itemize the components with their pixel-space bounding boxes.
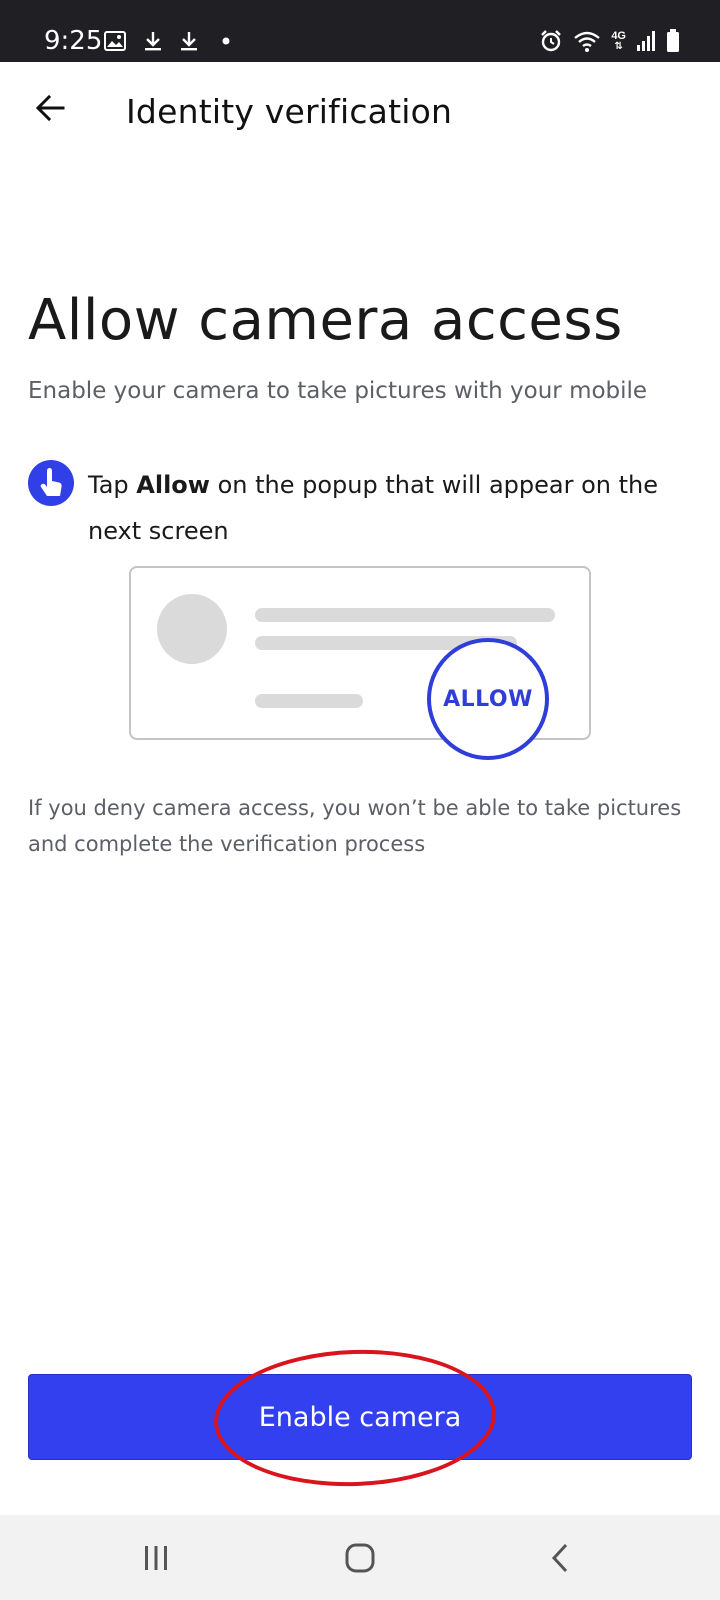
home-icon (345, 1543, 375, 1573)
status-right-icons: 4G ⇅ (539, 28, 680, 54)
home-button[interactable] (330, 1533, 390, 1583)
signal-icon (637, 31, 655, 51)
alarm-icon (541, 30, 562, 52)
page-title: Identity verification (126, 92, 453, 131)
tip-emphasis: Allow (136, 471, 210, 499)
tip-text: Tap Allow on the popup that will appear … (88, 462, 688, 554)
dot-icon (222, 37, 230, 45)
main-heading: Allow camera access (28, 288, 623, 353)
hand-tap-icon (28, 460, 74, 506)
recents-button[interactable] (126, 1533, 186, 1583)
status-left-icons (104, 29, 232, 53)
network-4g-icon: 4G ⇅ (611, 29, 626, 52)
nav-back-button[interactable] (530, 1533, 590, 1583)
arrow-left-icon (35, 95, 65, 121)
gallery-icon (104, 31, 126, 51)
recents-icon (145, 1546, 167, 1570)
back-icon (551, 1543, 568, 1573)
download-icon (145, 32, 161, 51)
illustration-avatar (157, 594, 227, 664)
illustration-allow-highlight: ALLOW (427, 638, 549, 760)
subheading: Enable your camera to take pictures with… (28, 378, 648, 404)
enable-camera-label: Enable camera (258, 1401, 462, 1433)
status-time: 9:25 (44, 26, 103, 56)
illustration-line (255, 694, 363, 708)
network-label: 4G (611, 29, 626, 42)
status-bar: 9:25 4G ⇅ (0, 0, 720, 62)
app-bar: Identity verification (0, 62, 720, 162)
tip-prefix: Tap (88, 471, 137, 499)
illustration-allow-label: ALLOW (443, 686, 533, 712)
battery-icon (667, 29, 679, 52)
back-button[interactable] (26, 84, 74, 132)
illustration-line (255, 608, 555, 622)
warning-text: If you deny camera access, you won’t be … (28, 796, 682, 856)
system-nav-bar (0, 1515, 720, 1600)
enable-camera-button[interactable]: Enable camera (28, 1374, 692, 1460)
wifi-icon (574, 31, 601, 52)
download-icon (181, 32, 197, 51)
popup-illustration: ALLOW (129, 566, 591, 760)
